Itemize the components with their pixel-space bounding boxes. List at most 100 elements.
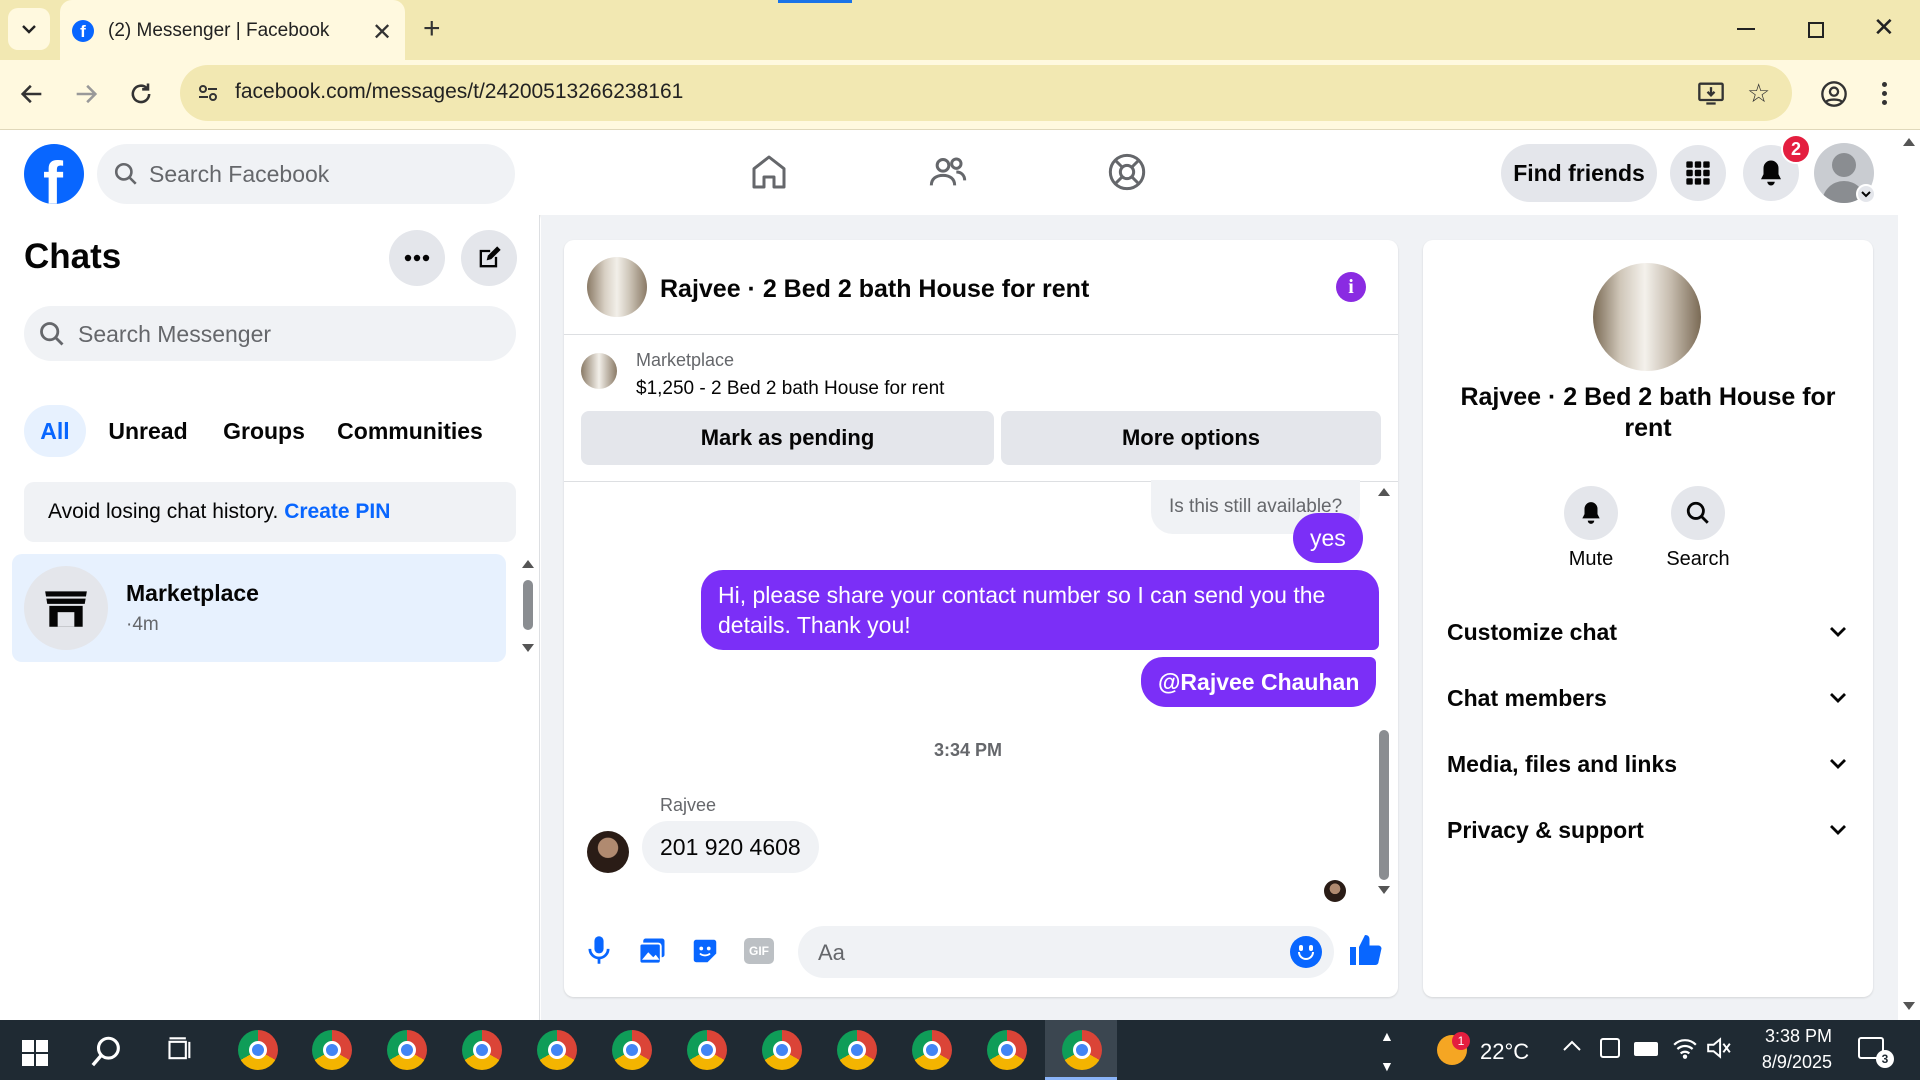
- search-facebook[interactable]: Search Facebook: [97, 144, 515, 204]
- filter-groups[interactable]: Groups: [214, 405, 314, 457]
- chrome-taskbar-icon[interactable]: [837, 1030, 877, 1070]
- task-view-icon[interactable]: [166, 1036, 194, 1064]
- meet-icon[interactable]: [1600, 1038, 1620, 1058]
- facebook-header: f Search Facebook Find friends 2: [0, 130, 1898, 215]
- header-divider: [564, 334, 1398, 335]
- create-pin-link[interactable]: Create PIN: [284, 500, 390, 524]
- temperature[interactable]: 22°C: [1480, 1039, 1529, 1065]
- like-thumb-icon[interactable]: [1347, 932, 1383, 968]
- chrome-taskbar-icon[interactable]: [687, 1030, 727, 1070]
- home-nav-icon[interactable]: [749, 152, 789, 192]
- chevron-down-icon: [1830, 693, 1846, 703]
- taskbar-search-icon[interactable]: [90, 1034, 124, 1068]
- conversation-title[interactable]: Rajvee · 2 Bed 2 bath House for rent: [660, 275, 1089, 304]
- compose-icon: [479, 246, 501, 268]
- sticker-icon[interactable]: [690, 936, 720, 966]
- messages-scrollbar[interactable]: [1376, 486, 1392, 900]
- forward-icon[interactable]: [72, 80, 100, 108]
- chrome-taskbar-icon[interactable]: [312, 1030, 352, 1070]
- chat-options-button[interactable]: [389, 230, 445, 286]
- browser-menu-icon[interactable]: [1882, 82, 1888, 106]
- tab-search-button[interactable]: [8, 8, 50, 50]
- privacy-support-label: Privacy & support: [1447, 816, 1644, 843]
- message-input[interactable]: Aa: [798, 926, 1334, 978]
- menu-grid-button[interactable]: [1670, 145, 1726, 201]
- chrome-taskbar-icon[interactable]: [238, 1030, 278, 1070]
- volume-icon[interactable]: [1706, 1036, 1732, 1060]
- message-out-contact-request[interactable]: Hi, please share your contact number so …: [701, 570, 1379, 650]
- battery-icon[interactable]: [1634, 1042, 1658, 1056]
- attach-photo-icon[interactable]: [637, 936, 667, 966]
- install-app-icon[interactable]: [1697, 79, 1725, 107]
- mark-as-pending-button[interactable]: Mark as pending: [581, 411, 994, 465]
- new-tab-icon[interactable]: +: [423, 12, 441, 46]
- customize-chat-row[interactable]: Customize chat: [1447, 612, 1847, 652]
- filter-all[interactable]: All: [24, 405, 86, 457]
- chrome-taskbar-icon[interactable]: [912, 1030, 952, 1070]
- details-avatar[interactable]: [1593, 263, 1701, 371]
- chat-list-item-marketplace[interactable]: Marketplace ·4m: [12, 554, 506, 662]
- chrome-taskbar-icon[interactable]: [1062, 1030, 1102, 1070]
- conversation-avatar[interactable]: [587, 257, 647, 317]
- chrome-taskbar-icon[interactable]: [537, 1030, 577, 1070]
- clock-time[interactable]: 3:38 PM: [1752, 1026, 1832, 1047]
- back-icon[interactable]: [18, 80, 46, 108]
- notification-badge: 2: [1781, 134, 1811, 164]
- media-files-links-row[interactable]: Media, files and links: [1447, 744, 1847, 784]
- message-out-yes[interactable]: yes: [1293, 513, 1363, 563]
- restore-icon[interactable]: [1808, 22, 1824, 38]
- windows-taskbar: ▲ ▼ 1 22°C 3:38 PM 8/9/2025 3: [0, 1020, 1920, 1080]
- more-options-button[interactable]: More options: [1001, 411, 1381, 465]
- filter-communities[interactable]: Communities: [332, 405, 488, 457]
- chrome-taskbar-icon[interactable]: [612, 1030, 652, 1070]
- wifi-icon[interactable]: [1672, 1036, 1698, 1060]
- friends-nav-icon[interactable]: [928, 152, 968, 192]
- page-scrollbar[interactable]: [1898, 130, 1920, 1020]
- listing-price[interactable]: $1,250 - 2 Bed 2 bath House for rent: [636, 378, 944, 400]
- chrome-taskbar-icon[interactable]: [762, 1030, 802, 1070]
- gaming-nav-icon[interactable]: [1107, 152, 1147, 192]
- new-message-button[interactable]: [461, 230, 517, 286]
- tray-chevron-icon[interactable]: [1562, 1038, 1582, 1052]
- windows-start-icon[interactable]: [22, 1040, 48, 1066]
- clock-date[interactable]: 8/9/2025: [1742, 1052, 1832, 1073]
- search-conversation-button[interactable]: [1671, 486, 1725, 540]
- chats-title: Chats: [24, 237, 122, 276]
- marketplace-avatar: [24, 566, 108, 650]
- address-bar[interactable]: facebook.com/messages/t/2420051326623816…: [180, 65, 1792, 121]
- chat-list-scrollbar[interactable]: [520, 558, 536, 658]
- gif-icon[interactable]: GIF: [744, 938, 774, 964]
- chrome-taskbar-icon[interactable]: [987, 1030, 1027, 1070]
- chat-members-row[interactable]: Chat members: [1447, 678, 1847, 718]
- voice-clip-icon[interactable]: [585, 934, 613, 966]
- browser-tab[interactable]: f (2) Messenger | Facebook ✕: [60, 0, 405, 60]
- search-facebook-placeholder: Search Facebook: [149, 161, 330, 187]
- taskbar-scroll-up-icon[interactable]: ▲: [1380, 1028, 1394, 1044]
- close-tab-icon[interactable]: ✕: [372, 18, 392, 47]
- search-messenger[interactable]: Search Messenger: [24, 306, 516, 361]
- message-in-phone[interactable]: 201 920 4608: [642, 821, 819, 873]
- taskbar-scroll-down-icon[interactable]: ▼: [1380, 1058, 1394, 1074]
- emoji-icon[interactable]: [1290, 936, 1322, 968]
- banner-text: Avoid losing chat history.: [48, 500, 279, 523]
- chevron-down-icon: [1830, 627, 1846, 637]
- url-text[interactable]: facebook.com/messages/t/2420051326623816…: [235, 80, 683, 104]
- filter-unread[interactable]: Unread: [100, 405, 196, 457]
- mute-button[interactable]: [1564, 486, 1618, 540]
- facebook-logo-icon[interactable]: f: [24, 144, 84, 204]
- chrome-taskbar-icon[interactable]: [462, 1030, 502, 1070]
- info-icon[interactable]: i: [1336, 272, 1366, 302]
- reload-icon[interactable]: [127, 80, 155, 108]
- sender-avatar[interactable]: [587, 831, 629, 873]
- privacy-support-row[interactable]: Privacy & support: [1447, 810, 1847, 850]
- profile-icon[interactable]: [1820, 80, 1848, 108]
- message-out-mention[interactable]: @Rajvee Chauhan: [1141, 657, 1377, 707]
- bookmark-star-icon[interactable]: ☆: [1747, 78, 1770, 109]
- chrome-taskbar-icon[interactable]: [387, 1030, 427, 1070]
- site-info-icon[interactable]: [196, 81, 220, 105]
- find-friends-button[interactable]: Find friends: [1501, 144, 1657, 202]
- minimize-icon[interactable]: [1737, 28, 1755, 30]
- close-window-icon[interactable]: ✕: [1873, 12, 1895, 43]
- listing-thumbnail[interactable]: [581, 353, 617, 389]
- account-chevron-icon[interactable]: [1856, 184, 1876, 204]
